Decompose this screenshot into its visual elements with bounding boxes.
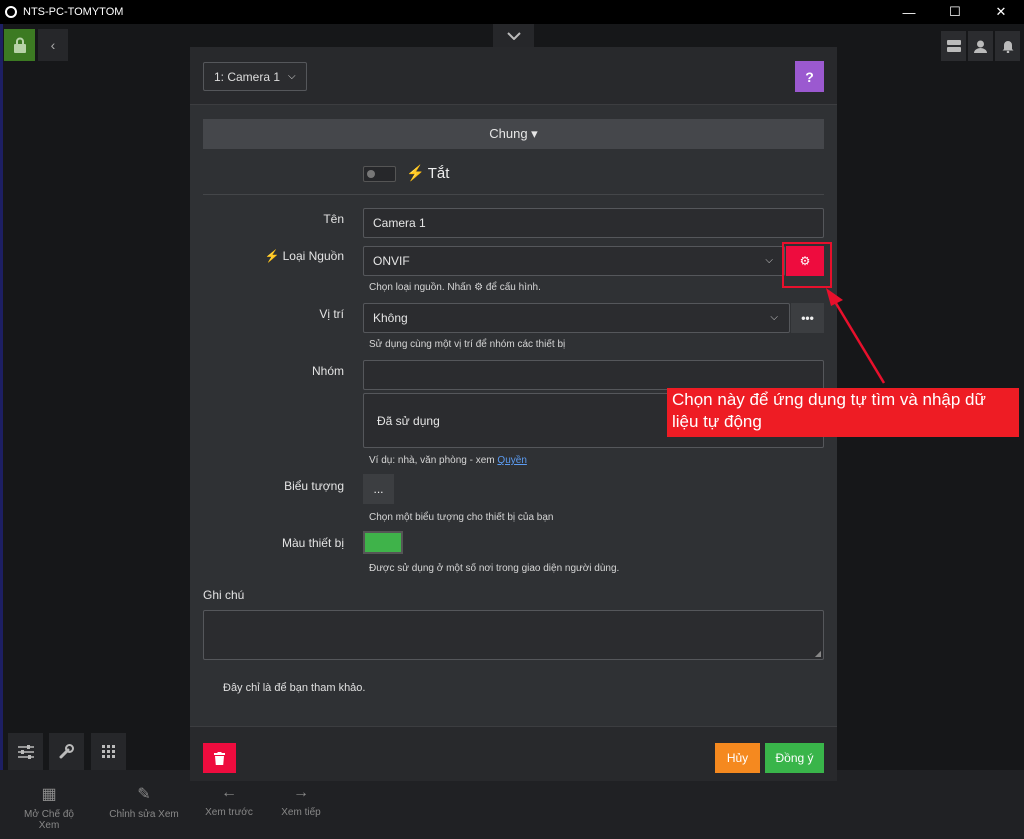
title-bar: NTS-PC-TOMYTOM — ☐ ✕ [0,0,1024,24]
grid-icon: ▦ [41,786,57,803]
help-button[interactable]: ? [795,61,824,92]
chevron-left-icon: ‹ [50,37,56,53]
window-controls: — ☐ ✕ [886,0,1024,24]
sliders-icon [17,744,34,759]
enable-status-label: Tắt [427,164,450,182]
cancel-button[interactable]: Hủy [715,743,760,773]
source-type-value: ONVIF [373,254,410,268]
edit-view-button[interactable]: ✎ Chỉnh sửa Xem [108,784,180,820]
grid-dots-icon [102,745,115,758]
enable-status: ⚡ Tắt [406,164,450,183]
gears-icon: ⚙ [474,282,484,293]
arrow-left-icon: ← [221,784,237,801]
arrow-right-icon: → [293,784,309,801]
chevron-down-icon: ⌵ [288,71,296,82]
annotation-callout: Chọn này để ứng dụng tự tìm và nhập dữ l… [667,388,1019,437]
switch-knob [367,170,375,178]
maximize-button[interactable]: ☐ [932,0,978,24]
minimize-button[interactable]: — [886,0,932,24]
location-hint: Sử dụng cùng một vị trí để nhóm các thiế… [369,339,566,350]
settings-tool-button[interactable] [49,733,84,770]
resize-grip-icon[interactable]: ◢ [815,649,821,658]
notes-textarea[interactable]: ◢ [203,610,824,660]
server-icon [946,40,961,52]
ellipsis-icon: ••• [801,311,814,325]
permissions-link[interactable]: Quyền [497,455,526,466]
enable-switch[interactable] [363,166,396,182]
chevron-down-icon: ⌵ [765,255,773,266]
source-type-label: Loại Nguồn [282,249,344,263]
icon-label: Biểu tượng [284,479,344,493]
bolt-icon: ⚡ [406,165,425,182]
lock-icon [13,37,26,53]
bolt-icon: ⚡ [264,249,280,263]
bell-icon [1002,40,1013,53]
icon-hint: Chọn một biểu tượng cho thiết bị của bạn [369,512,554,523]
close-button[interactable]: ✕ [978,0,1024,24]
location-label: Vị trí [319,307,344,321]
name-label: Tên [323,212,344,226]
group-hint-text: Ví dụ: nhà, văn phòng - xem [369,455,495,466]
dialog-header: 1: Camera 1 ⌵ ? [190,47,837,105]
source-hint-text: Chọn loại nguồn. Nhấn [369,282,472,293]
group-used-label: Đã sử dụng [377,413,440,428]
camera-select-value: 1: Camera 1 [214,69,281,84]
window-title: NTS-PC-TOMYTOM [23,6,124,18]
choose-icon-button[interactable]: ... [363,474,394,504]
trash-icon [214,751,225,765]
delete-button[interactable] [203,743,236,773]
divider [203,194,824,195]
group-hint: Ví dụ: nhà, văn phòng - xem Quyền [369,455,527,466]
source-type-select[interactable]: ONVIF ⌵ [363,246,785,276]
user-button[interactable] [968,31,993,61]
location-more-button[interactable]: ••• [791,303,824,333]
group-label: Nhóm [311,364,344,378]
open-view-label: Mở Chế độ Xem [24,809,74,831]
back-button[interactable]: ‹ [38,29,68,61]
edit-icon: ✎ [137,786,151,803]
camera-select[interactable]: 1: Camera 1 ⌵ [203,62,307,91]
device-color-label: Màu thiết bị [281,536,344,550]
location-value: Không [373,311,408,325]
next-view-label: Xem tiếp [281,807,321,818]
chevron-down-icon [506,32,521,40]
next-view-button[interactable]: → Xem tiếp [276,784,326,818]
name-input[interactable]: Camera 1 [363,208,824,238]
source-type-hint: Chọn loại nguồn. Nhấn ⚙ để cấu hình. [369,282,541,293]
notifications-button[interactable] [995,31,1020,61]
server-button[interactable] [941,31,966,61]
app-icon [5,6,17,18]
device-color-picker[interactable] [363,531,403,554]
previous-view-button[interactable]: ← Xem trước [200,784,258,818]
notes-label: Ghi chú [203,588,245,602]
location-select[interactable]: Không ⌵ [363,303,790,333]
device-color-hint: Được sử dụng ở một số nơi trong giao diệ… [369,563,620,574]
lock-button[interactable] [4,29,35,61]
group-input[interactable] [363,360,824,390]
edit-view-label: Chỉnh sửa Xem [109,809,179,820]
wrench-icon [59,744,74,759]
open-view-button[interactable]: ▦ Mở Chế độ Xem [14,784,84,831]
name-input-value: Camera 1 [373,216,426,230]
previous-view-label: Xem trước [205,807,253,818]
ok-button[interactable]: Đồng ý [765,743,824,773]
dialog-footer: Hủy Đồng ý [190,726,837,781]
adjust-tool-button[interactable] [8,733,43,770]
user-icon [974,40,987,53]
chevron-down-icon: ⌵ [770,312,778,323]
reference-note: Đây chỉ là để bạn tham khảo. [223,682,366,694]
section-general-toggle[interactable]: Chung ▾ [203,119,824,149]
collapse-toolbar-button[interactable] [493,24,534,48]
source-hint-text-end: để cấu hình. [485,282,541,293]
apps-tool-button[interactable] [91,733,126,770]
source-type-label-wrap: ⚡ Loại Nguồn [250,249,344,263]
highlight-box [782,242,832,288]
